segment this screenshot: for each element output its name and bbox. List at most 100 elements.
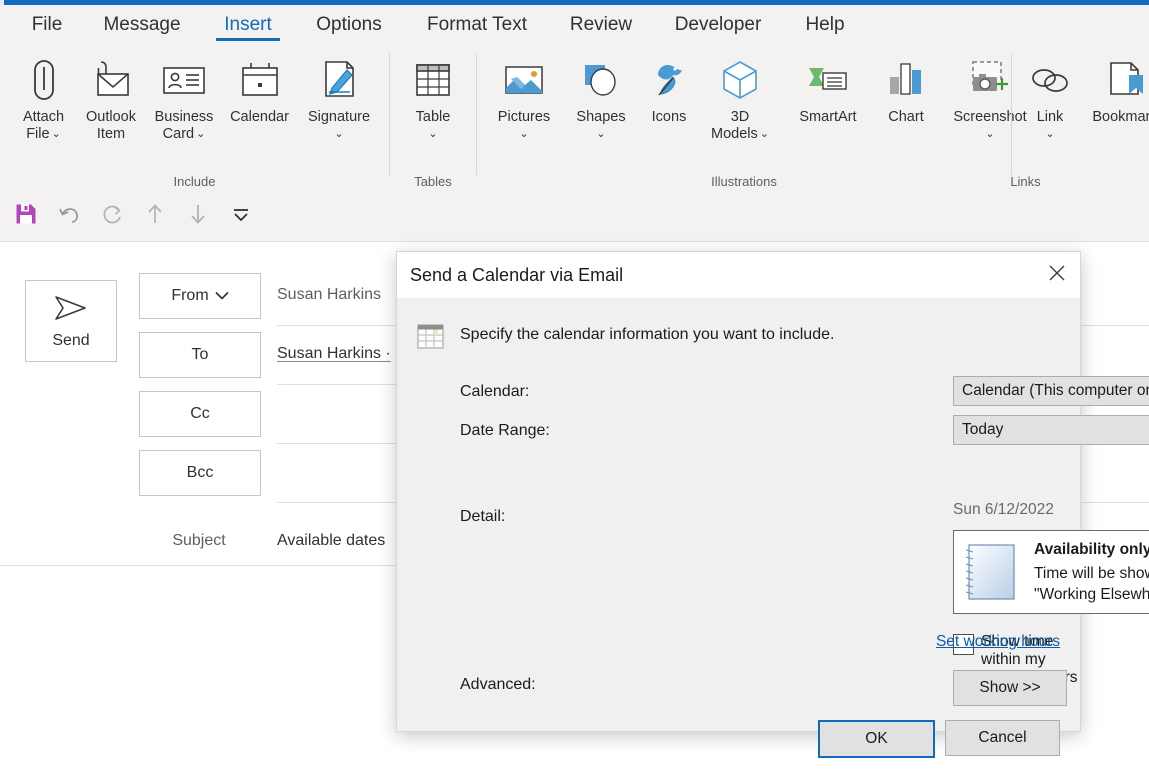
dialog-close-button[interactable] — [1034, 252, 1080, 298]
from-button[interactable]: From — [139, 273, 261, 319]
tab-message[interactable]: Message — [93, 5, 191, 45]
date-range-field-label: Date Range: — [460, 422, 550, 439]
advanced-field-label: Advanced: — [460, 676, 536, 693]
close-icon — [1048, 264, 1066, 287]
ribbon-group-tables: Table ⌄ Tables — [390, 45, 476, 191]
quick-access-toolbar — [0, 191, 1149, 242]
signature-icon — [300, 51, 378, 109]
ribbon: File Message Insert Options Format Text … — [0, 5, 1149, 191]
tab-format-text-label: Format Text — [427, 14, 527, 35]
tab-file[interactable]: File — [18, 5, 76, 45]
bcc-button[interactable]: Bcc — [139, 450, 261, 496]
send-button-label: Send — [52, 331, 90, 349]
ribbon-button-table-label: Table — [415, 109, 451, 125]
envelope-clip-icon — [79, 51, 143, 109]
ok-button[interactable]: OK — [818, 720, 935, 758]
tab-options-label: Options — [316, 14, 382, 35]
bookmark-icon — [1086, 51, 1149, 109]
ribbon-button-table[interactable]: Table ⌄ — [402, 51, 464, 141]
ribbon-button-bookmark[interactable]: Bookmark — [1086, 51, 1149, 126]
dialog-intro-text: Specify the calendar information you wan… — [460, 326, 835, 343]
qat-next-button[interactable] — [179, 197, 217, 235]
ribbon-button-icons[interactable]: Icons — [640, 51, 698, 126]
ribbon-button-outlook-item[interactable]: Outlook Item — [79, 51, 143, 143]
ribbon-button-attach-file-label2: File ⌄ — [26, 126, 61, 142]
chevron-down-bar-icon — [230, 204, 252, 229]
icons-icon — [640, 51, 698, 109]
ribbon-button-icons-label: Icons — [651, 109, 687, 125]
ribbon-button-business-card[interactable]: Business Card ⌄ — [148, 51, 220, 143]
qat-redo-button[interactable] — [93, 197, 131, 235]
ribbon-button-smartart[interactable]: SmartArt — [782, 51, 874, 126]
bcc-button-label: Bcc — [186, 464, 214, 481]
detail-option-title: Availability only — [1034, 541, 1149, 558]
ribbon-button-bookmark-label: Bookmark — [1092, 109, 1149, 125]
ribbon-button-business-card-label1: Business — [154, 109, 214, 125]
ribbon-button-3d-models[interactable]: 3D Models ⌄ — [699, 51, 781, 143]
ribbon-button-3d-models-label2: Models ⌄ — [711, 126, 769, 142]
tab-review-label: Review — [569, 14, 633, 35]
detail-combobox[interactable]: Availability only Time will be shown as … — [953, 530, 1149, 614]
ribbon-group-tables-label: Tables — [414, 174, 452, 189]
ribbon-button-pictures-label: Pictures — [497, 109, 551, 125]
tab-format-text[interactable]: Format Text — [418, 5, 536, 45]
dialog-body: Specify the calendar information you wan… — [397, 298, 1149, 758]
send-arrow-icon — [51, 293, 91, 328]
business-card-icon — [148, 51, 220, 109]
ribbon-body: Attach File ⌄ Outlook Item Business Card… — [0, 45, 1149, 191]
ribbon-button-link[interactable]: Link ⌄ — [1024, 51, 1076, 141]
calendar-grid-icon — [417, 324, 444, 349]
ribbon-group-links: Link ⌄ Bookmark Links — [1010, 45, 1149, 191]
chevron-down-icon: ⌄ — [428, 128, 438, 140]
detail-option-line2: "Working Elsewhere," or "Out of Office" — [1034, 586, 1149, 603]
tab-developer-label: Developer — [674, 14, 762, 35]
ribbon-group-include: Attach File ⌄ Outlook Item Business Card… — [0, 45, 389, 191]
chevron-down-icon: ⌄ — [51, 128, 61, 140]
tab-insert-label: Insert — [224, 14, 272, 35]
dialog-title-bar: Send a Calendar via Email — [397, 252, 1080, 298]
ribbon-button-3d-models-label1: 3D — [730, 109, 750, 125]
qat-customize-button[interactable] — [222, 197, 260, 235]
detail-option-line1: Time will be shown as "Free," "Busy," "T… — [1034, 565, 1149, 582]
set-working-hours-link[interactable]: Set working hours — [936, 633, 1060, 651]
tab-insert[interactable]: Insert — [216, 5, 280, 45]
tab-review[interactable]: Review — [562, 5, 640, 45]
tab-help[interactable]: Help — [798, 5, 852, 45]
to-button-label: To — [191, 346, 209, 363]
tab-insert-active-indicator — [216, 38, 280, 41]
tab-developer[interactable]: Developer — [663, 5, 773, 45]
smartart-icon — [782, 51, 874, 109]
dialog-title: Send a Calendar via Email — [410, 265, 624, 285]
ribbon-group-illustrations: Pictures ⌄ Shapes ⌄ Icons 3D Models ⌄ Sm… — [477, 45, 1027, 191]
calendar-combobox[interactable]: Calendar (This computer only) — [953, 376, 1149, 406]
ribbon-button-signature[interactable]: Signature ⌄ — [300, 51, 378, 141]
save-icon — [14, 202, 38, 231]
calendar-page-icon — [962, 542, 1022, 602]
qat-save-button[interactable] — [7, 197, 45, 235]
from-button-label: From — [171, 287, 209, 304]
ribbon-button-attach-file[interactable]: Attach File ⌄ — [11, 51, 76, 143]
ribbon-tab-bar: File Message Insert Options Format Text … — [0, 5, 1149, 45]
arrow-down-icon — [186, 201, 210, 232]
ribbon-button-link-label: Link — [1036, 109, 1064, 125]
subject-label: Subject — [172, 532, 226, 549]
cancel-button[interactable]: Cancel — [945, 720, 1060, 756]
ribbon-button-shapes[interactable]: Shapes ⌄ — [565, 51, 637, 141]
to-button[interactable]: To — [139, 332, 261, 378]
date-range-combobox[interactable]: Today — [953, 415, 1149, 445]
ribbon-button-pictures[interactable]: Pictures ⌄ — [485, 51, 563, 141]
pictures-icon — [485, 51, 563, 109]
ribbon-group-include-label: Include — [173, 174, 216, 189]
advanced-show-button[interactable]: Show >> — [953, 670, 1067, 706]
qat-undo-button[interactable] — [50, 197, 88, 235]
cc-button[interactable]: Cc — [139, 391, 261, 437]
send-button[interactable]: Send — [25, 280, 117, 362]
ribbon-button-chart[interactable]: Chart — [875, 51, 937, 126]
chevron-down-icon: ⌄ — [759, 128, 769, 140]
link-icon — [1024, 51, 1076, 109]
paperclip-icon — [11, 51, 76, 109]
qat-previous-button[interactable] — [136, 197, 174, 235]
3d-models-icon — [699, 51, 781, 109]
ribbon-button-calendar[interactable]: Calendar — [222, 51, 297, 126]
tab-options[interactable]: Options — [305, 5, 393, 45]
